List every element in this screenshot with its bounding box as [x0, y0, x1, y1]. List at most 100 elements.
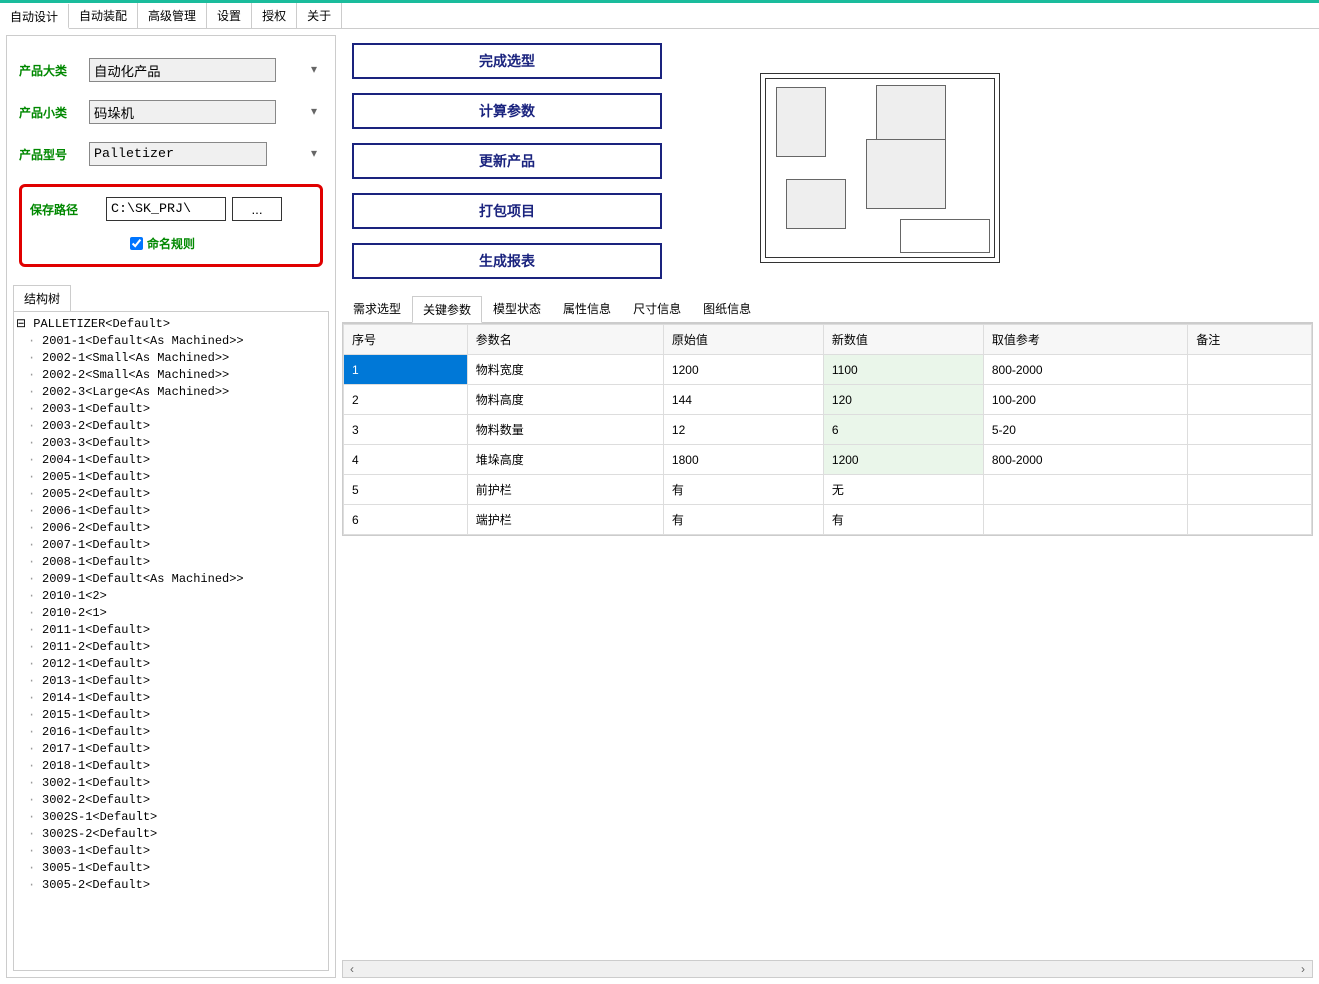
horizontal-scrollbar[interactable]: ‹ ›: [342, 960, 1313, 978]
cell[interactable]: 120: [823, 385, 983, 415]
right-tab-5[interactable]: 图纸信息: [692, 295, 762, 322]
menu-item-3[interactable]: 设置: [207, 3, 252, 28]
column-header[interactable]: 备注: [1188, 325, 1312, 355]
structure-tree[interactable]: PALLETIZER<Default> 2001-1<Default<As Ma…: [13, 312, 329, 971]
select-subcategory[interactable]: [89, 100, 276, 124]
tree-node[interactable]: 3003-1<Default>: [16, 843, 326, 860]
right-tab-0[interactable]: 需求选型: [342, 295, 412, 322]
cell[interactable]: 800-2000: [983, 355, 1187, 385]
tree-node[interactable]: 3002-1<Default>: [16, 775, 326, 792]
tree-node[interactable]: 2003-1<Default>: [16, 401, 326, 418]
menu-item-5[interactable]: 关于: [297, 3, 342, 28]
tree-node[interactable]: 2010-2<1>: [16, 605, 326, 622]
cell[interactable]: 1800: [663, 445, 823, 475]
cell[interactable]: [1188, 415, 1312, 445]
cell[interactable]: 6: [344, 505, 468, 535]
column-header[interactable]: 原始值: [663, 325, 823, 355]
right-tab-2[interactable]: 模型状态: [482, 295, 552, 322]
drawing-preview[interactable]: [760, 73, 1000, 263]
tree-node[interactable]: 2002-3<Large<As Machined>>: [16, 384, 326, 401]
tree-node[interactable]: 3005-2<Default>: [16, 877, 326, 894]
column-header[interactable]: 新数值: [823, 325, 983, 355]
right-tab-3[interactable]: 属性信息: [552, 295, 622, 322]
right-tab-1[interactable]: 关键参数: [412, 296, 482, 323]
tree-node[interactable]: 2013-1<Default>: [16, 673, 326, 690]
tree-node[interactable]: 2008-1<Default>: [16, 554, 326, 571]
cell[interactable]: [1188, 355, 1312, 385]
action-button-4[interactable]: 生成报表: [352, 243, 662, 279]
menu-item-0[interactable]: 自动设计: [0, 4, 69, 29]
tree-node[interactable]: 2002-1<Small<As Machined>>: [16, 350, 326, 367]
input-savepath[interactable]: [106, 197, 226, 221]
cell[interactable]: 1: [344, 355, 468, 385]
table-row[interactable]: 3物料数量1265-20: [344, 415, 1312, 445]
tree-node[interactable]: 2005-2<Default>: [16, 486, 326, 503]
tree-node[interactable]: 2018-1<Default>: [16, 758, 326, 775]
cell[interactable]: [983, 505, 1187, 535]
tree-node[interactable]: 2002-2<Small<As Machined>>: [16, 367, 326, 384]
tree-node[interactable]: 2016-1<Default>: [16, 724, 326, 741]
cell[interactable]: 2: [344, 385, 468, 415]
cell[interactable]: 物料数量: [467, 415, 663, 445]
cell[interactable]: 4: [344, 445, 468, 475]
column-header[interactable]: 取值参考: [983, 325, 1187, 355]
cell[interactable]: 100-200: [983, 385, 1187, 415]
tree-node[interactable]: 2004-1<Default>: [16, 452, 326, 469]
checkbox-naming[interactable]: [130, 237, 143, 250]
cell[interactable]: 1200: [823, 445, 983, 475]
tree-node[interactable]: 2005-1<Default>: [16, 469, 326, 486]
cell[interactable]: 3: [344, 415, 468, 445]
cell[interactable]: 有: [663, 505, 823, 535]
cell[interactable]: 1100: [823, 355, 983, 385]
table-row[interactable]: 1物料宽度12001100800-2000: [344, 355, 1312, 385]
tree-node[interactable]: 3002S-1<Default>: [16, 809, 326, 826]
tree-node[interactable]: 2007-1<Default>: [16, 537, 326, 554]
tree-node[interactable]: 2017-1<Default>: [16, 741, 326, 758]
select-model[interactable]: [89, 142, 267, 166]
menu-item-1[interactable]: 自动装配: [69, 3, 138, 28]
tree-node[interactable]: 2003-3<Default>: [16, 435, 326, 452]
cell[interactable]: 前护栏: [467, 475, 663, 505]
action-button-1[interactable]: 计算参数: [352, 93, 662, 129]
tree-node[interactable]: 3005-1<Default>: [16, 860, 326, 877]
tree-node[interactable]: 2009-1<Default<As Machined>>: [16, 571, 326, 588]
cell[interactable]: [1188, 505, 1312, 535]
table-row[interactable]: 6端护栏有有: [344, 505, 1312, 535]
tree-node[interactable]: 2006-2<Default>: [16, 520, 326, 537]
tree-node[interactable]: 2003-2<Default>: [16, 418, 326, 435]
cell[interactable]: 堆垛高度: [467, 445, 663, 475]
tree-node[interactable]: 2001-1<Default<As Machined>>: [16, 333, 326, 350]
table-row[interactable]: 5前护栏有无: [344, 475, 1312, 505]
cell[interactable]: [1188, 445, 1312, 475]
tree-node[interactable]: 3002S-2<Default>: [16, 826, 326, 843]
tree-node[interactable]: 2015-1<Default>: [16, 707, 326, 724]
cell[interactable]: 12: [663, 415, 823, 445]
tree-node[interactable]: 2011-1<Default>: [16, 622, 326, 639]
action-button-3[interactable]: 打包项目: [352, 193, 662, 229]
cell[interactable]: 144: [663, 385, 823, 415]
right-tab-4[interactable]: 尺寸信息: [622, 295, 692, 322]
menu-item-4[interactable]: 授权: [252, 3, 297, 28]
scroll-left-icon[interactable]: ‹: [343, 962, 361, 976]
table-row[interactable]: 4堆垛高度18001200800-2000: [344, 445, 1312, 475]
cell[interactable]: 物料宽度: [467, 355, 663, 385]
menu-item-2[interactable]: 高级管理: [138, 3, 207, 28]
tree-root[interactable]: PALLETIZER<Default>: [16, 316, 326, 333]
cell[interactable]: 端护栏: [467, 505, 663, 535]
tree-node[interactable]: 2006-1<Default>: [16, 503, 326, 520]
scroll-right-icon[interactable]: ›: [1294, 962, 1312, 976]
tree-node[interactable]: 2014-1<Default>: [16, 690, 326, 707]
action-button-0[interactable]: 完成选型: [352, 43, 662, 79]
parameter-grid[interactable]: 序号参数名原始值新数值取值参考备注 1物料宽度12001100800-20002…: [342, 323, 1313, 536]
action-button-2[interactable]: 更新产品: [352, 143, 662, 179]
cell[interactable]: 物料高度: [467, 385, 663, 415]
cell[interactable]: 800-2000: [983, 445, 1187, 475]
column-header[interactable]: 参数名: [467, 325, 663, 355]
cell[interactable]: [983, 475, 1187, 505]
table-row[interactable]: 2物料高度144120100-200: [344, 385, 1312, 415]
tab-structure-tree[interactable]: 结构树: [13, 285, 71, 311]
cell[interactable]: 5: [344, 475, 468, 505]
browse-button[interactable]: ...: [232, 197, 282, 221]
cell[interactable]: 6: [823, 415, 983, 445]
cell[interactable]: 5-20: [983, 415, 1187, 445]
